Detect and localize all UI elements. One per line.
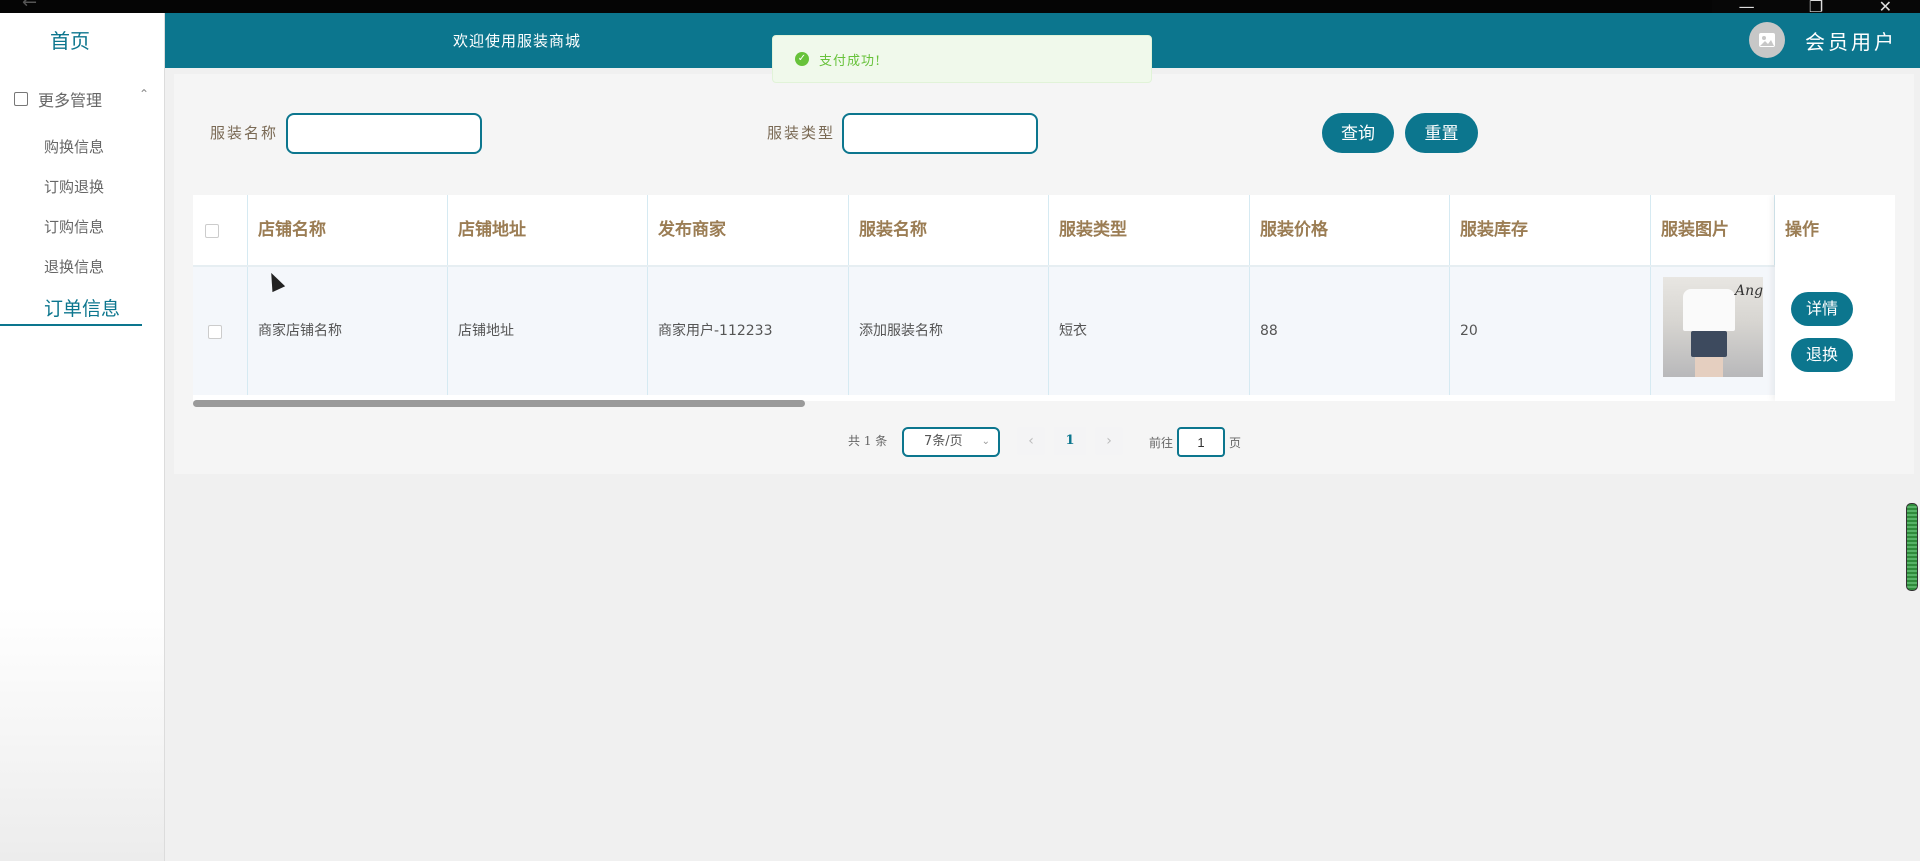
sidebar-group-label: 更多管理 bbox=[38, 91, 103, 110]
sidebar-item-return-info[interactable]: 退换信息 bbox=[44, 256, 104, 277]
filter-name-label: 服装名称 bbox=[210, 124, 279, 142]
row-checkbox[interactable] bbox=[208, 325, 222, 339]
filter-type-label: 服装类型 bbox=[767, 124, 836, 142]
image-brand-text: Ange bbox=[1735, 283, 1763, 299]
shirt-shape bbox=[1683, 289, 1735, 331]
column-header: 店铺名称 bbox=[248, 195, 448, 265]
return-button[interactable]: 退换 bbox=[1791, 338, 1853, 372]
sidebar-item-order-return[interactable]: 订购退换 bbox=[44, 176, 104, 197]
shorts-shape bbox=[1691, 331, 1727, 357]
clothing-type-input[interactable] bbox=[842, 113, 1038, 154]
cell-clothing-name: 添加服装名称 bbox=[849, 267, 1049, 395]
column-header: 服装名称 bbox=[849, 195, 1049, 265]
toast-message: 支付成功! bbox=[819, 53, 882, 69]
reset-button[interactable]: 重置 bbox=[1405, 113, 1478, 153]
page-vertical-scroll-indicator[interactable] bbox=[1906, 503, 1918, 591]
column-header-actions: 操作 bbox=[1785, 220, 1819, 240]
prev-page-button[interactable]: ‹ bbox=[1017, 427, 1045, 455]
success-toast: ✓ 支付成功! bbox=[772, 35, 1152, 83]
orders-table: 店铺名称 店铺地址 发布商家 服装名称 服装类型 服装价格 服装库存 服装图片 … bbox=[193, 195, 1895, 401]
header-select-cell bbox=[193, 195, 248, 265]
legs-shape bbox=[1695, 357, 1723, 377]
actions-column: 操作 详情 退换 bbox=[1775, 195, 1895, 401]
goto-suffix: 页 bbox=[1229, 436, 1242, 450]
chevron-down-icon: ⌄ bbox=[981, 436, 990, 447]
back-arrow-icon[interactable]: ← bbox=[22, 0, 37, 12]
column-header: 服装类型 bbox=[1049, 195, 1250, 265]
page-size-value: 7条/页 bbox=[924, 434, 963, 449]
detail-button[interactable]: 详情 bbox=[1791, 292, 1853, 326]
goto-page-input[interactable] bbox=[1177, 427, 1225, 457]
next-page-button[interactable]: › bbox=[1095, 427, 1123, 455]
sidebar-item-home[interactable]: 首页 bbox=[50, 25, 90, 54]
sidebar-item-order-info[interactable]: 订购信息 bbox=[44, 216, 104, 237]
cell-price: 88 bbox=[1250, 267, 1450, 395]
sidebar-group-more[interactable]: 更多管理 ⌃ bbox=[14, 87, 149, 111]
search-button[interactable]: 查询 bbox=[1322, 113, 1394, 153]
pagination-total: 共 1 条 bbox=[848, 434, 888, 448]
cell-shop-address: 店铺地址 bbox=[448, 267, 648, 395]
image-icon bbox=[1759, 33, 1775, 47]
copy-icon bbox=[14, 92, 28, 106]
window-titlebar: ← bbox=[0, 0, 1920, 13]
table-horizontal-scrollbar[interactable] bbox=[193, 400, 805, 407]
welcome-text: 欢迎使用服装商城 bbox=[453, 32, 582, 50]
page-number-current[interactable]: 1 bbox=[1054, 427, 1086, 455]
chevron-up-icon: ⌃ bbox=[138, 87, 149, 101]
column-header: 店铺地址 bbox=[448, 195, 648, 265]
column-header: 服装库存 bbox=[1450, 195, 1651, 265]
cell-clothing-type: 短衣 bbox=[1049, 267, 1250, 395]
column-header: 发布商家 bbox=[648, 195, 849, 265]
active-indicator bbox=[0, 324, 142, 326]
goto-prefix: 前往 bbox=[1149, 436, 1174, 450]
user-name[interactable]: 会员用户 bbox=[1805, 26, 1897, 55]
row-select-cell bbox=[193, 267, 248, 395]
cell-merchant: 商家用户-112233 bbox=[648, 267, 849, 395]
clothing-image[interactable]: Ange bbox=[1663, 277, 1763, 377]
check-circle-icon: ✓ bbox=[795, 52, 809, 66]
sidebar: 首页 更多管理 ⌃ 购换信息 订购退换 订购信息 退换信息 订单信息 bbox=[0, 13, 165, 861]
column-header: 服装图片 bbox=[1651, 195, 1775, 265]
sidebar-item-exchange-info[interactable]: 购换信息 bbox=[44, 136, 104, 157]
sidebar-item-orders[interactable]: 订单信息 bbox=[44, 294, 120, 321]
select-all-checkbox[interactable] bbox=[205, 224, 219, 238]
clothing-name-input[interactable] bbox=[286, 113, 482, 154]
column-header: 服装价格 bbox=[1250, 195, 1450, 265]
avatar[interactable] bbox=[1749, 22, 1785, 58]
cell-stock: 20 bbox=[1450, 267, 1651, 395]
page-size-select[interactable]: 7条/页 ⌄ bbox=[902, 427, 1000, 457]
